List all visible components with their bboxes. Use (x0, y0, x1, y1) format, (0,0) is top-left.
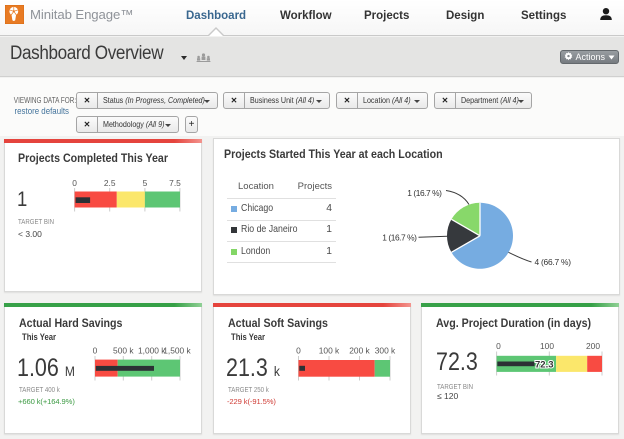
svg-text:0: 0 (496, 341, 501, 351)
svg-text:500 k: 500 k (113, 346, 134, 356)
svg-text:1 (16.7 %): 1 (16.7 %) (382, 232, 417, 242)
svg-text:1 (16.7 %): 1 (16.7 %) (407, 188, 442, 198)
svg-text:0: 0 (93, 346, 98, 356)
svg-text:100 k: 100 k (319, 346, 340, 356)
svg-text:100: 100 (540, 341, 554, 351)
svg-text:7.5: 7.5 (169, 178, 181, 188)
svg-text:0: 0 (296, 346, 301, 356)
svg-text:1,500 k: 1,500 k (163, 346, 191, 356)
svg-text:72.3: 72.3 (535, 360, 554, 371)
svg-text:200 k: 200 k (349, 346, 370, 356)
svg-text:5: 5 (143, 178, 148, 188)
svg-text:300 k: 300 k (375, 346, 396, 356)
svg-text:2.5: 2.5 (104, 178, 116, 188)
svg-text:4 (66.7 %): 4 (66.7 %) (535, 257, 572, 267)
svg-text:1,000 k: 1,000 k (138, 346, 166, 356)
svg-text:200: 200 (586, 341, 600, 351)
svg-text:0: 0 (72, 178, 77, 188)
